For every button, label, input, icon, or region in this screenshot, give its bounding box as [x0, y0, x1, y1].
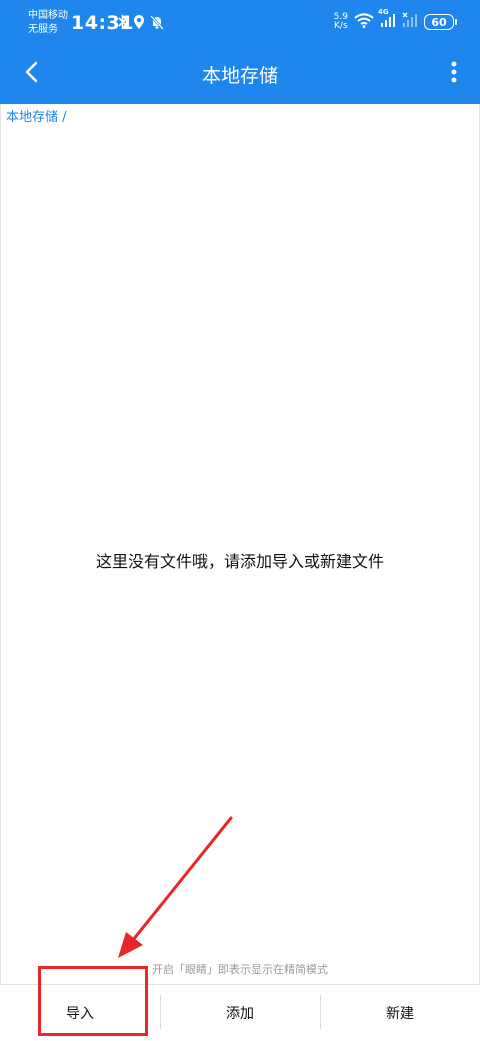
add-button[interactable]: 添加	[160, 985, 320, 1041]
bluetooth-icon	[118, 14, 128, 34]
status-icons-right: 5.9 K/s 4G 60	[334, 8, 457, 32]
carrier-name: 中国移动	[28, 10, 68, 21]
more-vertical-icon	[451, 61, 457, 87]
empty-state-message: 这里没有文件哦，请添加导入或新建文件	[95, 552, 384, 571]
signal-icon: 4G	[378, 8, 396, 32]
carrier-service: 无服务	[28, 24, 58, 35]
content-frame	[0, 104, 480, 1040]
new-label: 新建	[386, 1006, 414, 1022]
highlight-box-annotation	[38, 966, 148, 1036]
app-bar: 本地存储	[0, 44, 480, 104]
add-label: 添加	[226, 1006, 254, 1022]
pointer-arrow-annotation	[118, 816, 233, 958]
battery-icon: 60	[424, 14, 457, 30]
more-menu-button[interactable]	[442, 59, 466, 89]
breadcrumb[interactable]: 本地存储 /	[6, 106, 67, 125]
carrier-info: 中国移动 无服务	[28, 9, 68, 37]
location-icon	[133, 14, 145, 34]
wifi-icon	[354, 12, 374, 32]
mute-bell-icon	[150, 14, 164, 34]
battery-level: 60	[431, 16, 447, 29]
network-type: 4G	[378, 8, 389, 16]
new-button[interactable]: 新建	[320, 985, 480, 1041]
status-bar: 中国移动 无服务 14:31 5.9 K/s 4G 60	[0, 0, 480, 44]
status-icons-left	[118, 14, 164, 34]
network-speed: 5.9 K/s	[334, 13, 348, 31]
speed-unit: K/s	[334, 21, 348, 31]
signal-off-icon	[402, 12, 418, 32]
page-title: 本地存储	[201, 65, 278, 87]
